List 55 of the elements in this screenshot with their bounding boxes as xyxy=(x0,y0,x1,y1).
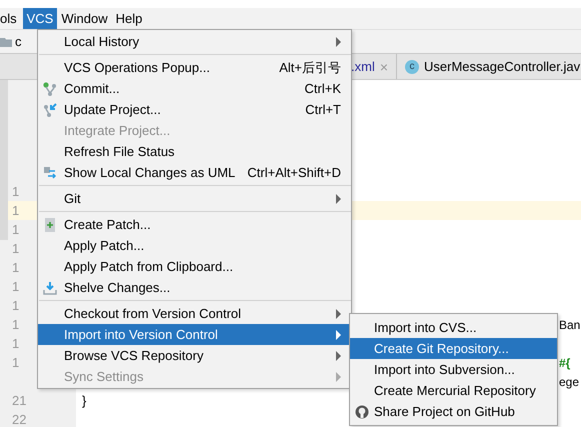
breadcrumb[interactable]: c xyxy=(15,34,22,49)
download-icon xyxy=(43,280,57,294)
line-number: 1 xyxy=(11,317,20,332)
submenu-arrow-icon xyxy=(336,372,341,382)
menu-item[interactable]: Refresh File Status xyxy=(38,141,351,162)
patch-icon xyxy=(44,218,56,232)
code-line: } xyxy=(82,393,86,408)
menu-item[interactable]: Create Patch... xyxy=(38,214,351,235)
line-number: 22 xyxy=(11,412,28,427)
code-fragment: ege xyxy=(559,374,580,388)
submenu-arrow-icon xyxy=(336,308,341,318)
menu-item[interactable]: Import into Subversion... xyxy=(350,359,557,380)
class-icon: c xyxy=(405,60,420,74)
update-icon xyxy=(43,102,57,116)
line-number: 1 xyxy=(11,241,20,256)
menu-bar-item[interactable]: Help xyxy=(112,8,146,29)
menu-item[interactable]: Create Mercurial Repository xyxy=(350,380,557,401)
diagram-icon xyxy=(43,166,57,180)
menu-item[interactable]: Share Project on GitHub xyxy=(350,401,557,422)
menu-item[interactable]: Browse VCS Repository xyxy=(38,345,351,366)
menu-item[interactable]: Apply Patch from Clipboard... xyxy=(38,256,351,277)
branch-icon xyxy=(43,82,57,96)
menu-bar-item[interactable]: ols xyxy=(0,8,21,29)
menu-item[interactable]: Shelve Changes... xyxy=(38,277,351,298)
submenu-arrow-icon xyxy=(336,330,341,340)
folder-icon xyxy=(0,36,12,46)
code-fragment: #{ xyxy=(559,356,570,370)
line-number: 1 xyxy=(11,355,20,370)
menu-item[interactable]: Checkout from Version Control xyxy=(38,303,351,324)
menu-item[interactable]: Create Git Repository... xyxy=(350,338,557,359)
menu-item[interactable]: Commit... Ctrl+K xyxy=(38,78,351,99)
menu-item[interactable]: Apply Patch... xyxy=(38,235,351,256)
submenu-arrow-icon xyxy=(336,194,341,204)
tab-label: .xml xyxy=(351,59,375,74)
line-number: 1 xyxy=(11,222,20,237)
line-number: 1 xyxy=(11,203,20,218)
submenu-arrow-icon xyxy=(336,350,341,360)
menu-item[interactable]: Show Local Changes as UML Ctrl+Alt+Shift+D xyxy=(38,162,351,183)
menu-item[interactable]: Local History xyxy=(38,31,351,52)
menu-item[interactable]: Import into CVS... xyxy=(350,317,557,338)
code-fragment: Ban xyxy=(559,318,580,332)
github-icon xyxy=(355,404,369,418)
tab-label: UserMessageController.jav xyxy=(424,59,580,74)
menu-bar-item[interactable]: Window xyxy=(57,8,112,29)
line-number: 1 xyxy=(11,260,20,275)
menu-item[interactable]: Import into Version Control xyxy=(38,324,351,345)
menu-item[interactable]: Update Project... Ctrl+T xyxy=(38,99,351,120)
line-number: 1 xyxy=(11,184,20,199)
line-number: 21 xyxy=(11,393,28,408)
menu-item[interactable]: Git xyxy=(38,188,351,209)
line-number: 1 xyxy=(11,336,20,351)
submenu-arrow-icon xyxy=(336,36,341,46)
line-number: 1 xyxy=(11,279,20,294)
menu-bar-item[interactable]: VCS xyxy=(22,8,58,29)
line-number: 1 xyxy=(11,298,20,313)
